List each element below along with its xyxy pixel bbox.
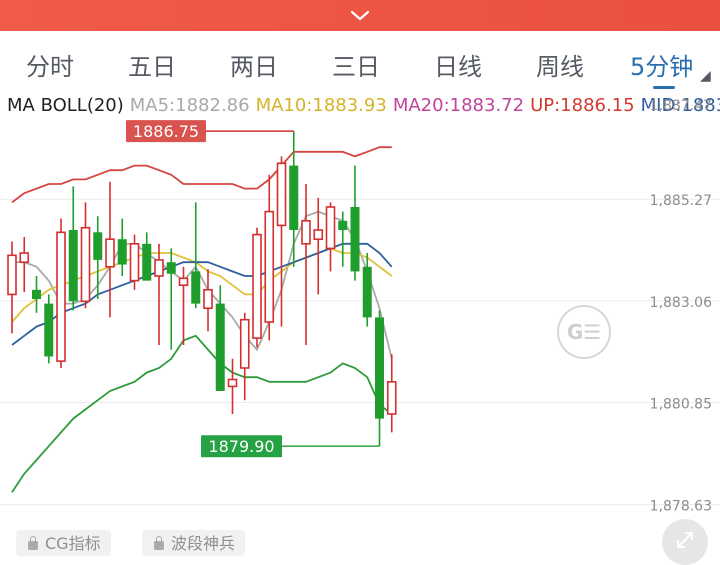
candle-body [325, 206, 336, 250]
candle-body [276, 162, 287, 227]
candle-body [375, 317, 384, 419]
candle-body [227, 378, 238, 388]
candle-body [44, 303, 54, 357]
candle-body [191, 271, 201, 304]
candle-body [338, 220, 348, 231]
y-tick-label: 1,880.85 [650, 397, 712, 413]
candle-body [129, 243, 140, 282]
expand-arrows-icon [677, 532, 693, 548]
candle-body [93, 232, 103, 260]
candle-body [252, 233, 262, 339]
candle-body [289, 165, 299, 231]
brand-watermark: G☰ [557, 305, 611, 359]
candle-body [32, 289, 41, 300]
candle-body [7, 254, 17, 296]
candle-body [362, 266, 372, 318]
y-top-label: 1,887.47 [650, 98, 712, 114]
candle-body [19, 252, 30, 264]
lock-icon [154, 536, 164, 550]
min-label: 1879.90 [208, 437, 274, 456]
series-line-up [11, 146, 392, 204]
candle-body [80, 226, 91, 303]
candle-body [350, 207, 360, 272]
candle-body [203, 289, 213, 310]
candle-body [154, 259, 164, 277]
candle-body [264, 210, 275, 323]
lock-icon [28, 536, 38, 550]
candle-body [105, 238, 115, 268]
candle-body [239, 318, 250, 369]
candle-body [178, 277, 189, 287]
candlestick-chart[interactable]: 1,885.27 1,883.06 1,880.85 1,878.63 1,887.47… [0, 0, 720, 552]
candle-body [68, 230, 78, 302]
candle-body [215, 303, 225, 392]
candle-body [166, 262, 176, 274]
fullscreen-button[interactable] [662, 519, 708, 565]
y-tick-label: 1,885.27 [650, 193, 712, 209]
cg-indicator-label: CG指标 [45, 534, 101, 553]
candle-body [301, 220, 311, 245]
candle-body [117, 239, 127, 265]
max-label: 1886.75 [133, 122, 199, 141]
cg-indicator-button[interactable]: CG指标 [16, 530, 111, 556]
y-tick-label: 1,878.63 [650, 499, 712, 515]
candle-body [142, 243, 152, 281]
candle-body [313, 229, 324, 241]
wave-soldier-button[interactable]: 波段神兵 [142, 530, 246, 556]
y-tick-label: 1,883.06 [650, 295, 712, 311]
candle-body [56, 231, 66, 362]
series-line-low [11, 334, 393, 493]
candle-body [386, 381, 397, 415]
wave-soldier-label: 波段神兵 [171, 534, 236, 553]
